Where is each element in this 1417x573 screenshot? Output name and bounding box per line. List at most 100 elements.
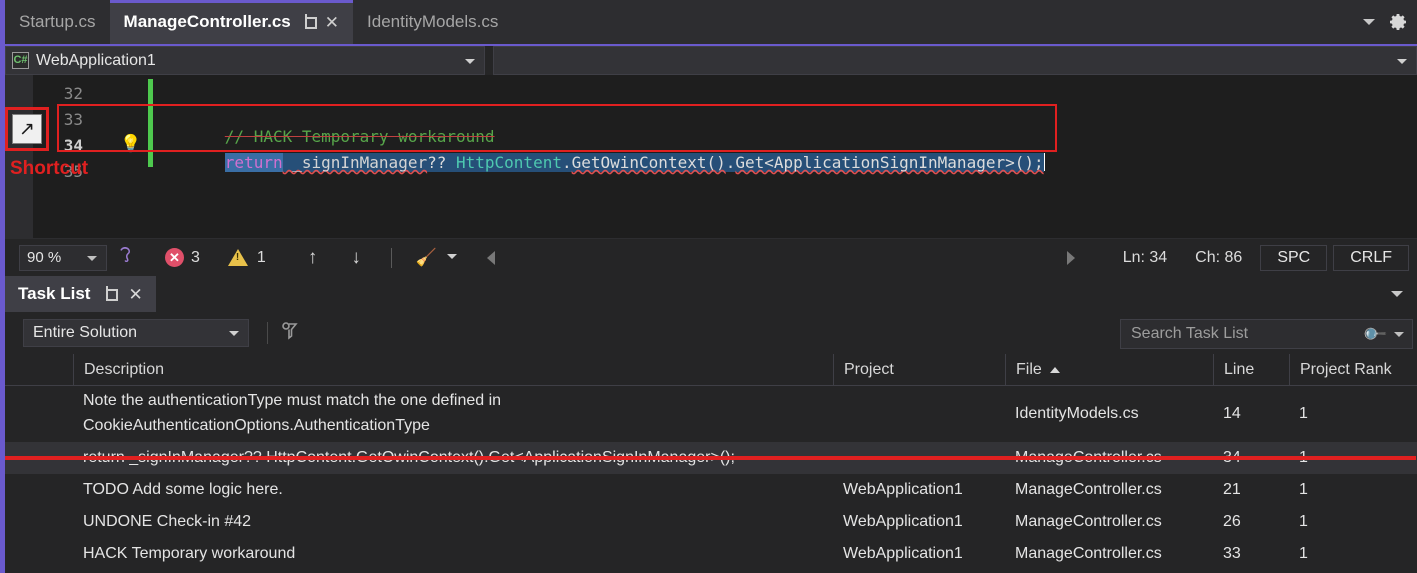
column-header-label: Line: [1224, 360, 1255, 378]
code-method-get-generic: Get<ApplicationSignInManager>();: [735, 153, 1044, 172]
sort-ascending-icon: [1049, 366, 1060, 373]
row-line-cell: 21: [1223, 481, 1241, 498]
code-line-34: return _signInManager?? HttpContent.GetO…: [167, 134, 1045, 191]
chevron-down-icon: [1397, 58, 1407, 64]
scope-dropdown-value: Entire Solution: [33, 324, 138, 341]
row-description-cell: Note the authenticationType must match t…: [73, 389, 833, 439]
task-list-header: Task List ✕: [5, 276, 1417, 312]
column-header-description[interactable]: Description: [73, 353, 833, 386]
zoom-level-value: 90 %: [27, 249, 62, 266]
task-list-tab[interactable]: Task List ✕: [5, 276, 156, 312]
pin-icon[interactable]: [301, 13, 317, 31]
row-rank-cell: 1: [1299, 545, 1308, 562]
row-file-cell: ManageController.cs: [1015, 545, 1162, 562]
line-number-32: 32: [63, 84, 83, 103]
scope-dropdown[interactable]: Entire Solution: [23, 319, 249, 347]
zoom-level-dropdown[interactable]: 90 %: [19, 244, 107, 271]
project-dropdown-value: WebApplication1: [36, 51, 156, 69]
row-file-cell: ManageController.cs: [1015, 481, 1162, 498]
column-header-label: Description: [84, 360, 165, 378]
column-header-file[interactable]: File: [1005, 353, 1213, 386]
csharp-file-icon: C#: [12, 52, 29, 69]
indentation-indicator[interactable]: SPC: [1260, 244, 1328, 271]
code-cleanup-button[interactable]: 🧹: [416, 248, 457, 268]
accessibility-icon[interactable]: [117, 244, 139, 271]
table-row[interactable]: Note the authenticationType must match t…: [5, 386, 1417, 442]
status-bar-divider: [390, 247, 392, 268]
code-editor[interactable]: 32 33 // HACK Temporary workaround 34 💡 …: [5, 75, 1417, 238]
arrow-up-icon[interactable]: ↑: [308, 247, 318, 269]
code-type: HttpContent: [456, 153, 562, 172]
arrow-down-icon[interactable]: ↓: [351, 247, 361, 269]
column-header-label: File: [1016, 360, 1042, 378]
scroll-left-icon[interactable]: [486, 250, 495, 265]
close-icon[interactable]: ✕: [325, 14, 339, 31]
row-file-cell: ManageController.cs: [1015, 513, 1162, 530]
warning-count-indicator[interactable]: 1: [227, 248, 266, 267]
error-count-indicator[interactable]: ✕ 3: [165, 248, 200, 267]
column-header-label: Project Rank: [1300, 360, 1392, 378]
text-caret: [1043, 153, 1045, 171]
column-header-label: Project: [844, 360, 894, 378]
close-icon[interactable]: ✕: [128, 286, 142, 303]
editor-glyph-margin: [5, 75, 33, 238]
task-list-table: Description Project File Line Project Ra…: [5, 353, 1417, 570]
tab-startup-cs[interactable]: Startup.cs: [5, 0, 110, 44]
table-row[interactable]: return _signInManager?? HttpContent.GetO…: [5, 442, 1417, 474]
tab-managecontroller-cs[interactable]: ManageController.cs ✕: [109, 0, 354, 44]
code-method-getowincontext: GetOwinContext(): [571, 153, 726, 172]
scroll-right-icon[interactable]: [1066, 250, 1075, 265]
search-placeholder: Search Task List: [1131, 325, 1249, 342]
tab-label: Startup.cs: [19, 12, 96, 31]
project-dropdown[interactable]: C# WebApplication1: [5, 46, 485, 75]
row-description-cell: HACK Temporary workaround: [83, 545, 296, 562]
editor-tab-strip: Startup.cs ManageController.cs ✕ Identit…: [5, 0, 1417, 44]
tab-label: ManageController.cs: [123, 12, 291, 31]
column-header-project[interactable]: Project: [833, 353, 1005, 386]
shortcut-arrow-icon[interactable]: ↗: [12, 114, 42, 144]
row-description-cell: UNDONE Check-in #42: [83, 513, 252, 530]
table-row[interactable]: UNDONE Check-in #42 WebApplication1 Mana…: [5, 506, 1417, 538]
code-keyword: return: [224, 153, 283, 172]
row-file-cell: IdentityModels.cs: [1015, 405, 1139, 422]
search-icon[interactable]: 🔍: [1361, 320, 1389, 348]
column-header-line[interactable]: Line: [1213, 353, 1289, 386]
lightbulb-icon[interactable]: 💡: [120, 135, 141, 152]
table-row[interactable]: TODO Add some logic here. WebApplication…: [5, 474, 1417, 506]
chevron-down-icon[interactable]: [1391, 291, 1403, 297]
annotation-label-shortcut: Shortcut: [10, 158, 89, 179]
code-cleanup-broom-icon: 🧹: [415, 247, 437, 267]
filter-icon[interactable]: [280, 321, 300, 346]
line-ending-indicator[interactable]: CRLF: [1333, 244, 1409, 271]
code-operator: ??: [427, 153, 456, 172]
row-rank-cell: 1: [1299, 405, 1308, 422]
row-rank-cell: 1: [1299, 449, 1308, 466]
row-description-cell: return _signInManager?? HttpContent.GetO…: [83, 449, 735, 466]
editor-status-bar: 90 % ✕ 3 1 ↑ ↓ 🧹 Ln: 34 Ch: 86 SPC: [5, 238, 1417, 276]
change-indicator-bar: [148, 79, 153, 167]
table-row[interactable]: HACK Temporary workaround WebApplication…: [5, 538, 1417, 570]
column-header-icon[interactable]: [5, 354, 73, 386]
warning-icon: [227, 249, 248, 266]
member-dropdown[interactable]: [493, 46, 1417, 75]
tab-identitymodels-cs[interactable]: IdentityModels.cs: [353, 0, 513, 44]
column-header-project-rank[interactable]: Project Rank: [1289, 353, 1417, 386]
row-project-cell: WebApplication1: [843, 481, 963, 498]
toolbar-divider: [267, 322, 268, 344]
pin-icon[interactable]: [102, 285, 119, 303]
table-header-row: Description Project File Line Project Ra…: [5, 353, 1417, 386]
row-project-cell: WebApplication1: [843, 545, 963, 562]
gear-icon[interactable]: [1389, 12, 1409, 32]
column-indicator: Ch: 86: [1195, 248, 1243, 266]
row-line-cell: 34: [1223, 449, 1241, 466]
chevron-down-icon[interactable]: [1394, 331, 1404, 337]
row-project-cell: WebApplication1: [843, 513, 963, 530]
search-task-list-input[interactable]: Search Task List 🔍: [1120, 319, 1413, 349]
task-list-title: Task List: [18, 284, 91, 303]
error-count: 3: [191, 248, 200, 266]
chevron-down-icon: [465, 58, 475, 64]
row-file-cell: ManageController.cs: [1015, 449, 1162, 466]
chevron-down-icon: [229, 331, 239, 336]
chevron-down-icon[interactable]: [1363, 19, 1375, 25]
warning-count: 1: [256, 248, 266, 266]
